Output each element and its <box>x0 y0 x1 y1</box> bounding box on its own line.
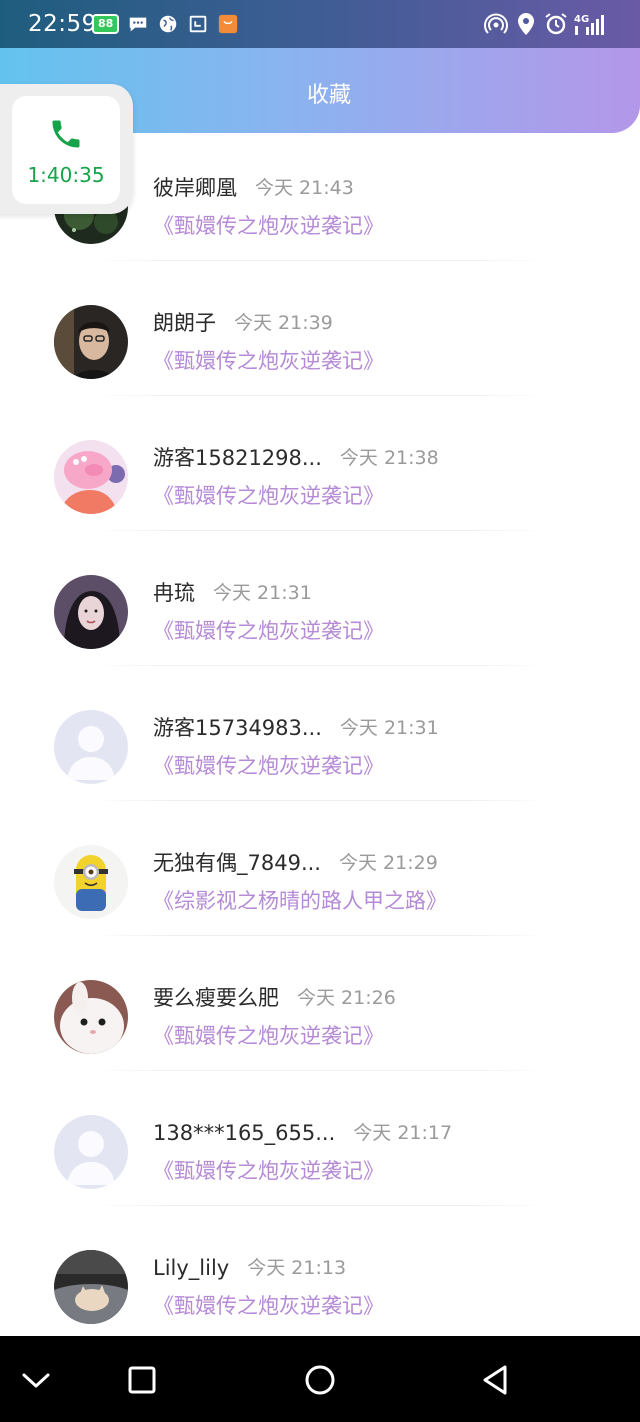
list-item[interactable]: 138***165_655... 今天 21:17 《甄嬛传之炮灰逆袭记》 <box>0 1063 640 1206</box>
avatar[interactable] <box>54 980 128 1054</box>
battery-badge: 88 <box>92 14 120 34</box>
name-row: 冉琉 今天 21:31 <box>153 577 312 609</box>
favorite-time: 今天 21:26 <box>297 987 396 1009</box>
message-icon <box>130 17 147 32</box>
list-item[interactable]: 朗朗子 今天 21:39 《甄嬛传之炮灰逆袭记》 <box>0 253 640 396</box>
favorite-time: 今天 21:29 <box>338 852 438 874</box>
name-row: 无独有偶_7849... 今天 21:29 <box>153 847 438 879</box>
user-name[interactable]: 朗朗子 <box>153 308 216 338</box>
book-title[interactable]: 《甄嬛传之炮灰逆袭记》 <box>153 345 384 377</box>
favorite-time: 今天 21:39 <box>234 312 333 334</box>
name-row: 游客15734983... 今天 21:31 <box>153 712 439 744</box>
back-icon[interactable] <box>474 1358 518 1402</box>
status-left-icons: 88 <box>92 12 239 36</box>
call-card[interactable]: 1:40:35 <box>12 96 120 204</box>
photo-frame-icon <box>190 15 207 33</box>
list-item[interactable]: 冉琉 今天 21:31 《甄嬛传之炮灰逆袭记》 <box>0 523 640 666</box>
shopping-bag-icon <box>219 14 238 34</box>
call-timer: 1:40:35 <box>27 163 105 187</box>
navigation-bar <box>0 1336 640 1422</box>
avatar[interactable] <box>54 1250 128 1324</box>
name-row: 朗朗子 今天 21:39 <box>153 307 333 339</box>
favorite-time: 今天 21:38 <box>339 447 439 469</box>
book-title[interactable]: 《甄嬛传之炮灰逆袭记》 <box>153 750 384 782</box>
home-icon[interactable] <box>298 1358 342 1402</box>
book-title[interactable]: 《综影视之杨晴的路人甲之路》 <box>153 885 447 917</box>
favorite-time: 今天 21:31 <box>339 717 439 739</box>
list-item[interactable]: Lily_lily 今天 21:13 《甄嬛传之炮灰逆袭记》 <box>0 1198 640 1341</box>
name-row: 游客15821298... 今天 21:38 <box>153 442 439 474</box>
user-name[interactable]: 冉琉 <box>153 578 195 608</box>
status-time: 22:59 <box>28 11 97 37</box>
list-item[interactable]: 无独有偶_7849... 今天 21:29 《综影视之杨晴的路人甲之路》 <box>0 793 640 936</box>
favorite-time: 今天 21:43 <box>255 177 354 199</box>
favorite-time: 今天 21:13 <box>247 1257 347 1279</box>
favorite-time: 今天 21:17 <box>353 1122 453 1144</box>
book-title[interactable]: 《甄嬛传之炮灰逆袭记》 <box>153 1020 384 1052</box>
list-item[interactable]: 游客15821298... 今天 21:38 《甄嬛传之炮灰逆袭记》 <box>0 388 640 531</box>
call-bubble[interactable]: 1:40:35 <box>0 84 133 214</box>
user-name[interactable]: Lily_lily <box>153 1253 229 1283</box>
list-item[interactable]: 游客15734983... 今天 21:31 《甄嬛传之炮灰逆袭记》 <box>0 658 640 801</box>
globe-icon <box>160 15 177 33</box>
name-row: Lily_lily 今天 21:13 <box>153 1252 346 1284</box>
name-row: 138***165_655... 今天 21:17 <box>153 1117 452 1149</box>
status-bar: 22:59 88 4G <box>0 0 640 48</box>
avatar-default-icon[interactable] <box>54 710 128 784</box>
book-title[interactable]: 《甄嬛传之炮灰逆袭记》 <box>153 480 384 512</box>
user-name[interactable]: 138***165_655... <box>153 1118 335 1148</box>
avatar[interactable] <box>54 575 128 649</box>
book-title[interactable]: 《甄嬛传之炮灰逆袭记》 <box>153 1155 384 1187</box>
name-row: 彼岸卿凰 今天 21:43 <box>153 172 354 204</box>
hotspot-icon <box>484 13 508 34</box>
avatar[interactable] <box>54 845 128 919</box>
name-row: 要么瘦要么肥 今天 21:26 <box>153 982 396 1014</box>
user-name[interactable]: 游客15821298... <box>153 443 322 473</box>
alarm-icon <box>545 13 567 35</box>
user-name[interactable]: 彼岸卿凰 <box>153 173 237 203</box>
location-icon <box>518 13 534 35</box>
book-title[interactable]: 《甄嬛传之炮灰逆袭记》 <box>153 1290 384 1322</box>
avatar[interactable] <box>54 305 128 379</box>
signal-4g-icon: 4G <box>574 14 604 35</box>
favorite-time: 今天 21:31 <box>213 582 312 604</box>
svg-text:4G: 4G <box>574 14 589 25</box>
list-item[interactable]: 要么瘦要么肥 今天 21:26 《甄嬛传之炮灰逆袭记》 <box>0 928 640 1071</box>
user-name[interactable]: 游客15734983... <box>153 713 322 743</box>
book-title[interactable]: 《甄嬛传之炮灰逆袭记》 <box>153 210 384 242</box>
status-right-icons: 4G <box>483 11 608 37</box>
phone-icon <box>52 120 80 148</box>
recents-icon[interactable] <box>120 1358 164 1402</box>
avatar[interactable] <box>54 440 128 514</box>
user-name[interactable]: 无独有偶_7849... <box>153 848 321 878</box>
user-name[interactable]: 要么瘦要么肥 <box>153 983 279 1013</box>
avatar-default-icon[interactable] <box>54 1115 128 1189</box>
collapse-icon[interactable] <box>14 1358 58 1402</box>
book-title[interactable]: 《甄嬛传之炮灰逆袭记》 <box>153 615 384 647</box>
